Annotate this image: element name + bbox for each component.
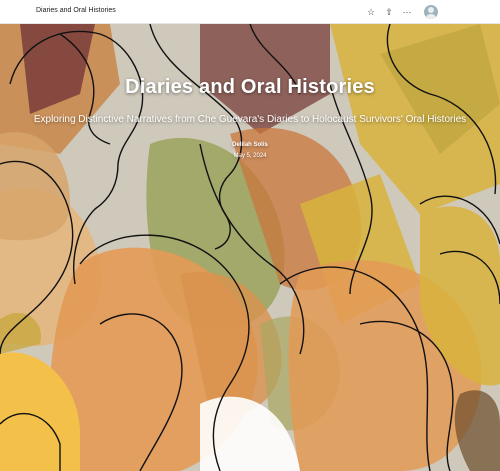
- more-icon[interactable]: ···: [400, 5, 414, 19]
- share-icon[interactable]: ⇧: [382, 5, 396, 19]
- page-subtitle: Exploring Distinctive Narratives from Ch…: [33, 114, 467, 125]
- hero-banner: Diaries and Oral Histories Exploring Dis…: [0, 24, 500, 471]
- top-bar: Diaries and Oral Histories ☆ ⇧ ···: [0, 0, 500, 24]
- page-title: Diaries and Oral Histories: [125, 76, 375, 98]
- user-avatar-icon[interactable]: [424, 5, 438, 19]
- star-icon[interactable]: ☆: [364, 5, 378, 19]
- publish-date: May 5, 2024: [233, 153, 267, 159]
- author-name: Delilah Solis: [232, 142, 268, 148]
- toolbar-actions: ☆ ⇧ ···: [364, 0, 500, 24]
- app-title: Diaries and Oral Histories: [36, 7, 116, 14]
